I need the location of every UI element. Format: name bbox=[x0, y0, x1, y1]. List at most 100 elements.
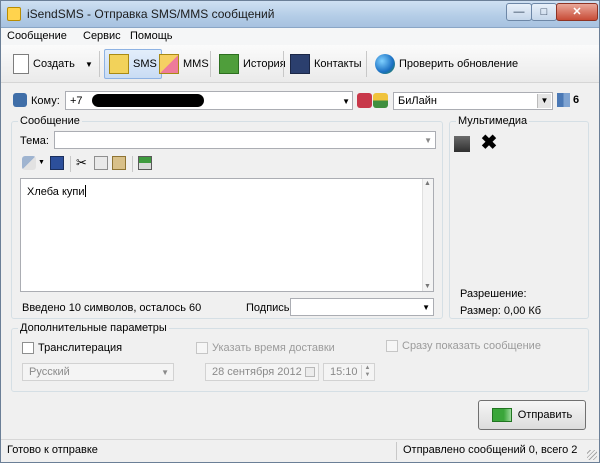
minimize-icon: — bbox=[513, 6, 525, 18]
message-group: Сообщение Тема: ▼ ▼ ✂ Хлеба купи ▲ ▼ Вве… bbox=[11, 115, 443, 319]
send-arrow-icon bbox=[491, 408, 512, 422]
history-button[interactable]: История bbox=[215, 49, 290, 79]
language-select[interactable]: Русский ▼ bbox=[22, 363, 174, 381]
recipient-count-icon bbox=[557, 93, 570, 107]
delivery-time-label: Указать время доставки bbox=[212, 342, 335, 354]
transliteration-label: Транслитерация bbox=[38, 342, 123, 354]
insert-template-icon[interactable] bbox=[138, 156, 152, 170]
delivery-date-picker[interactable]: 28 сентября 2012 bbox=[205, 363, 319, 381]
resize-grip-icon[interactable] bbox=[587, 450, 597, 460]
address-book-icon bbox=[290, 54, 310, 74]
mms-button[interactable]: MMS bbox=[155, 49, 213, 79]
delivery-time-value: 15:10 bbox=[330, 366, 358, 378]
checkbox-box[interactable] bbox=[196, 342, 208, 354]
send-button[interactable]: Отправить bbox=[478, 400, 586, 430]
cut-icon[interactable]: ✂ bbox=[76, 156, 90, 170]
person-icon bbox=[13, 93, 27, 107]
resolution-label: Разрешение: bbox=[460, 288, 527, 300]
operator-value: БиЛайн bbox=[398, 95, 437, 107]
contacts-label: Контакты bbox=[314, 58, 362, 70]
recipient-row: Кому: +7 ▼ БиЛайн ▼ 6 bbox=[11, 91, 591, 111]
menu-help[interactable]: Помощь bbox=[130, 30, 173, 42]
calendar-icon[interactable] bbox=[305, 367, 315, 377]
show-immediately-label: Сразу показать сообщение bbox=[402, 340, 541, 352]
app-window: iSendSMS - Отправка SMS/MMS сообщений — … bbox=[0, 0, 600, 463]
subject-input[interactable]: ▼ bbox=[54, 131, 436, 149]
history-label: История bbox=[243, 58, 286, 70]
toolbar-divider bbox=[283, 51, 284, 77]
history-icon bbox=[219, 54, 239, 74]
checkbox-box[interactable] bbox=[22, 342, 34, 354]
mms-envelope-icon bbox=[159, 54, 179, 74]
spinner-arrows-icon[interactable]: ▲ ▼ bbox=[361, 365, 373, 379]
multimedia-group: Мультимедиа ✖ Разрешение: Размер: 0,00 К… bbox=[449, 115, 589, 319]
status-sent-count: Отправлено сообщений 0, всего 2 bbox=[403, 444, 578, 456]
copy-icon[interactable] bbox=[94, 156, 108, 170]
new-document-icon bbox=[13, 54, 29, 74]
chevron-down-icon[interactable]: ▼ bbox=[342, 97, 350, 106]
multimedia-group-title: Мультимедиа bbox=[456, 115, 530, 127]
save-icon[interactable] bbox=[50, 156, 64, 170]
check-update-label: Проверить обновление bbox=[399, 58, 519, 70]
add-contact-icon[interactable] bbox=[357, 93, 372, 108]
minimize-button[interactable]: — bbox=[506, 3, 532, 21]
advanced-group-title: Дополнительные параметры bbox=[18, 322, 169, 334]
close-button[interactable]: ✕ bbox=[556, 3, 598, 21]
delivery-date-value: 28 сентября 2012 bbox=[212, 366, 302, 378]
window-title: iSendSMS - Отправка SMS/MMS сообщений bbox=[27, 7, 275, 21]
menu-bar: Сообщение Сервис Помощь bbox=[1, 28, 599, 45]
signature-label: Подпись bbox=[246, 302, 290, 314]
operator-select[interactable]: БиЛайн ▼ bbox=[393, 92, 553, 110]
subject-label: Тема: bbox=[20, 135, 49, 147]
sms-button[interactable]: SMS bbox=[104, 49, 162, 79]
chevron-down-icon[interactable]: ▼ bbox=[537, 94, 551, 108]
paste-icon[interactable] bbox=[112, 156, 126, 170]
close-icon: ✕ bbox=[572, 6, 582, 18]
scroll-up-icon[interactable]: ▲ bbox=[424, 180, 431, 187]
delivery-time-spinner[interactable]: 15:10 ▲ ▼ bbox=[323, 363, 375, 381]
create-label: Создать bbox=[33, 58, 75, 70]
message-body-textarea[interactable]: Хлеба купи ▲ ▼ bbox=[20, 178, 434, 292]
status-bar: Готово к отправке Отправлено сообщений 0… bbox=[1, 439, 599, 462]
eraser-icon[interactable] bbox=[22, 156, 36, 170]
signature-select[interactable]: ▼ bbox=[290, 298, 434, 316]
mms-label: MMS bbox=[183, 58, 209, 70]
recipient-phone-input[interactable]: +7 ▼ bbox=[65, 91, 353, 110]
create-dropdown-button[interactable]: ▼ bbox=[81, 49, 97, 79]
message-group-title: Сообщение bbox=[18, 115, 82, 127]
maximize-icon: □ bbox=[540, 6, 548, 18]
size-label: Размер: 0,00 Кб bbox=[460, 305, 542, 317]
globe-update-icon bbox=[375, 54, 395, 74]
sms-envelope-icon bbox=[109, 54, 129, 74]
toolbar: Создать ▼ SMS MMS История Контакты Прове… bbox=[1, 45, 599, 83]
toolbar-divider bbox=[366, 51, 367, 77]
chevron-down-icon: ▼ bbox=[85, 59, 93, 69]
vertical-scrollbar[interactable]: ▲ ▼ bbox=[422, 179, 433, 291]
transliteration-checkbox[interactable]: Транслитерация bbox=[22, 342, 122, 354]
contact-group-icon[interactable] bbox=[373, 93, 388, 108]
attach-image-icon[interactable] bbox=[454, 136, 470, 152]
phone-prefix: +7 bbox=[70, 95, 83, 107]
check-update-button[interactable]: Проверить обновление bbox=[371, 49, 522, 79]
redacted-phone-number bbox=[92, 94, 204, 107]
chevron-down-icon[interactable]: ▼ bbox=[422, 303, 430, 312]
sms-label: SMS bbox=[133, 58, 157, 70]
recipient-count: 6 bbox=[573, 94, 580, 106]
title-bar[interactable]: iSendSMS - Отправка SMS/MMS сообщений — … bbox=[1, 1, 599, 28]
contacts-button[interactable]: Контакты bbox=[286, 49, 366, 79]
maximize-button[interactable]: □ bbox=[531, 3, 557, 21]
status-divider bbox=[396, 442, 397, 460]
delete-x-icon[interactable]: ✖ bbox=[478, 132, 500, 154]
scroll-down-icon[interactable]: ▼ bbox=[424, 283, 431, 290]
create-button[interactable]: Создать bbox=[9, 49, 79, 79]
chevron-down-icon[interactable]: ▼ bbox=[161, 368, 169, 377]
checkbox-box[interactable] bbox=[386, 340, 398, 352]
chevron-down-icon[interactable]: ▼ bbox=[424, 136, 432, 145]
show-immediately-checkbox[interactable]: Сразу показать сообщение bbox=[386, 340, 541, 352]
status-ready: Готово к отправке bbox=[7, 444, 98, 456]
menu-service[interactable]: Сервис bbox=[83, 30, 121, 42]
recipient-label: Кому: bbox=[31, 95, 60, 107]
language-value: Русский bbox=[29, 366, 70, 378]
delivery-time-checkbox[interactable]: Указать время доставки bbox=[196, 342, 335, 354]
menu-message[interactable]: Сообщение bbox=[7, 30, 67, 42]
